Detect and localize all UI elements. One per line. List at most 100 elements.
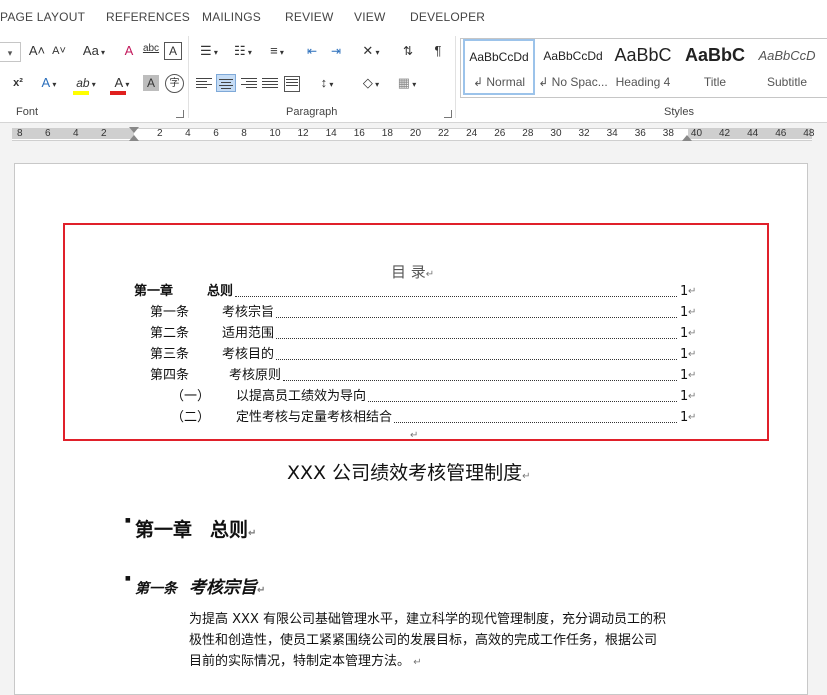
- style-preview: AaBbC: [684, 45, 745, 65]
- ruler-number: 14: [325, 128, 337, 139]
- bullets-button[interactable]: ☰ ▾: [194, 42, 224, 62]
- ruler-number: 32: [578, 128, 590, 139]
- align-left-button[interactable]: [196, 76, 212, 90]
- ruler-number: 8: [241, 128, 247, 139]
- style-preview: AaBbC: [614, 45, 672, 65]
- hanging-indent-marker[interactable]: [129, 135, 139, 141]
- font-dialog-launcher-icon[interactable]: [176, 110, 184, 118]
- paragraph-mark: ↵: [410, 430, 419, 441]
- character-shading-button[interactable]: A: [143, 75, 159, 91]
- ribbon-tab-bar: PAGE LAYOUT REFERENCES MAILINGS REVIEW V…: [0, 0, 827, 34]
- style-name: Heading 4: [615, 75, 671, 89]
- body-paragraph: 为提高 XXX 有限公司基础管理水平，建立科学的现代管理制度，充分调动员工的积 …: [189, 609, 666, 673]
- article-heading: 第一条 考核宗旨↵: [135, 578, 266, 598]
- ruler-number: 46: [775, 128, 787, 139]
- paragraph-group-label: Paragraph: [286, 106, 338, 118]
- ruler-number: 20: [409, 128, 422, 139]
- superscript-button[interactable]: x²: [8, 74, 28, 92]
- sort-icon[interactable]: ⇅: [398, 42, 418, 60]
- ruler-number: 38: [662, 128, 674, 139]
- multilevel-list-button[interactable]: ≡ ▾: [262, 42, 292, 62]
- style-name: Subtitle: [766, 75, 808, 89]
- paragraph-dialog-launcher-icon[interactable]: [444, 110, 452, 118]
- ruler-number: 4: [185, 128, 191, 139]
- enclose-characters-button[interactable]: 字: [165, 74, 184, 93]
- font-color-swatch: [110, 91, 126, 95]
- align-right-button[interactable]: [241, 76, 257, 90]
- ruler-number: 8: [17, 128, 23, 139]
- style-preview: AaBbCcD: [758, 48, 816, 63]
- highlight-color-swatch: [73, 91, 89, 95]
- shading-button[interactable]: ◇ ▾: [356, 74, 386, 94]
- tab-mailings[interactable]: MAILINGS: [202, 10, 261, 24]
- ruler-number: 24: [466, 128, 478, 139]
- style-no-spacing[interactable]: AaBbCcDd ↲ No Spac...: [537, 39, 609, 95]
- ruler-number: 22: [438, 128, 450, 139]
- increase-indent-icon[interactable]: ⇥: [326, 42, 346, 60]
- align-center-button[interactable]: [216, 74, 236, 92]
- shrink-font-button[interactable]: A˅: [50, 42, 68, 60]
- ruler-number: 48: [803, 128, 815, 139]
- tab-review[interactable]: REVIEW: [285, 10, 334, 24]
- ruler-number: 10: [269, 128, 281, 139]
- tab-developer[interactable]: DEVELOPER: [410, 10, 485, 24]
- tab-references[interactable]: REFERENCES: [106, 10, 190, 24]
- font-size-dropdown[interactable]: ▾: [0, 42, 21, 62]
- ruler-number: 44: [747, 128, 759, 139]
- distributed-button[interactable]: [284, 76, 300, 92]
- ruler-number: 2: [101, 128, 107, 139]
- group-divider: [188, 36, 189, 118]
- highlight-box: [63, 223, 769, 441]
- numbering-button[interactable]: ☷ ▾: [228, 42, 258, 62]
- style-heading-4[interactable]: AaBbC Heading 4: [607, 39, 679, 95]
- highlight-button[interactable]: ab ▾: [70, 74, 102, 95]
- ruler-number: 30: [550, 128, 562, 139]
- style-normal[interactable]: AaBbCcDd ↲ Normal: [463, 39, 535, 95]
- ruler-number: 26: [494, 128, 506, 139]
- tab-view[interactable]: VIEW: [354, 10, 385, 24]
- ruler-number: 6: [213, 128, 219, 139]
- font-color-button[interactable]: A ▾: [108, 74, 136, 95]
- change-case-label: Aa: [82, 43, 99, 58]
- style-name: ↲ No Spac...: [538, 75, 608, 89]
- ruler-number: 18: [381, 128, 393, 139]
- style-preview: AaBbCcDd: [543, 49, 603, 63]
- ruler-number: 40: [690, 128, 703, 139]
- character-border-icon[interactable]: A: [164, 42, 182, 60]
- text-effects-label: A: [41, 75, 51, 90]
- paragraph-line: 极性和创造性，使员工紧紧围绕公司的发展目标，高效的完成工作任务，根据公司: [189, 633, 658, 648]
- font-group-label: Font: [16, 106, 39, 118]
- article-title: 考核宗旨: [189, 578, 257, 598]
- style-title[interactable]: AaBbC Title: [679, 39, 751, 95]
- paragraph-line: 为提高 XXX 有限公司基础管理水平，建立科学的现代管理制度，充分调动员工的积: [189, 612, 666, 627]
- style-subtitle[interactable]: AaBbCcD Subtitle: [751, 39, 823, 95]
- grow-font-button[interactable]: A˄: [28, 42, 46, 60]
- justify-button[interactable]: [262, 76, 278, 90]
- text-direction-button[interactable]: ✕ ▾: [356, 42, 386, 62]
- style-preview: AaBbCcDd: [469, 50, 529, 64]
- font-color-label: A: [114, 75, 124, 90]
- ruler-number: 12: [297, 128, 309, 139]
- ruler-number: 28: [522, 128, 534, 139]
- chapter-title: 总则: [210, 519, 249, 541]
- show-marks-icon[interactable]: ¶: [428, 42, 448, 60]
- chapter-heading: 第一章 总则↵: [135, 519, 257, 541]
- clear-formatting-icon[interactable]: A: [120, 42, 138, 60]
- paragraph-line: 目前的实际情况，特制定本管理方法。 ↵: [189, 654, 422, 669]
- chapter-number: 第一章: [135, 519, 193, 541]
- change-case-button[interactable]: Aa ▾: [78, 42, 110, 62]
- tab-page-layout[interactable]: PAGE LAYOUT: [0, 10, 85, 24]
- horizontal-ruler[interactable]: 8 6 4 2 2 4 6 8 10 12 14 16 18 20 22 24 26 28 30 32 34 36…: [0, 123, 827, 144]
- text-effects-button[interactable]: A ▾: [34, 74, 64, 94]
- styles-group-label: Styles: [664, 106, 694, 118]
- borders-button[interactable]: ▦ ▾: [392, 74, 422, 94]
- style-name: ↲ Normal: [472, 75, 526, 89]
- phonetic-guide-icon[interactable]: abc: [142, 40, 160, 58]
- document-title: XXX 公司绩效考核管理制度↵: [287, 462, 531, 484]
- ruler-number: 34: [606, 128, 618, 139]
- line-spacing-button[interactable]: ↕ ▾: [312, 74, 342, 94]
- ruler-number: 2: [157, 128, 163, 139]
- decrease-indent-icon[interactable]: ⇤: [302, 42, 322, 60]
- first-line-indent-marker[interactable]: [129, 127, 139, 133]
- article-number: 第一条: [135, 581, 177, 597]
